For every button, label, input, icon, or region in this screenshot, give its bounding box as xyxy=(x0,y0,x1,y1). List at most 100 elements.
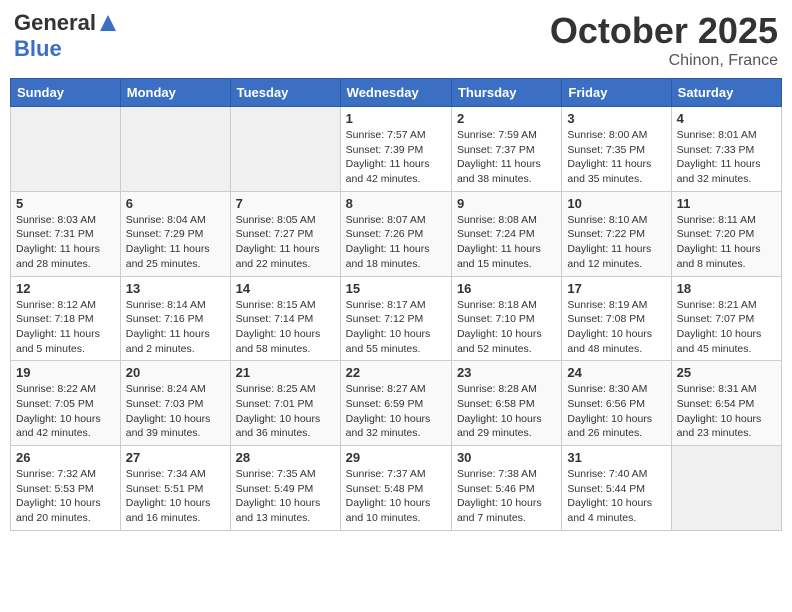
calendar-cell: 15 Sunrise: 8:17 AM Sunset: 7:12 PM Dayl… xyxy=(340,276,451,361)
calendar-cell: 1 Sunrise: 7:57 AM Sunset: 7:39 PM Dayli… xyxy=(340,107,451,192)
calendar-cell xyxy=(230,107,340,192)
sunrise-text: Sunrise: 8:22 AM xyxy=(16,383,96,395)
sunrise-text: Sunrise: 8:24 AM xyxy=(126,383,206,395)
sunrise-text: Sunrise: 7:34 AM xyxy=(126,468,206,480)
day-number: 23 xyxy=(457,365,556,380)
day-number: 6 xyxy=(126,196,225,211)
sunrise-text: Sunrise: 8:04 AM xyxy=(126,214,206,226)
daylight-text: Daylight: 11 hours and 18 minutes. xyxy=(346,243,430,270)
calendar-week-5: 26 Sunrise: 7:32 AM Sunset: 5:53 PM Dayl… xyxy=(11,446,782,531)
calendar-cell: 24 Sunrise: 8:30 AM Sunset: 6:56 PM Dayl… xyxy=(562,361,671,446)
calendar-cell: 19 Sunrise: 8:22 AM Sunset: 7:05 PM Dayl… xyxy=(11,361,121,446)
calendar-cell: 23 Sunrise: 8:28 AM Sunset: 6:58 PM Dayl… xyxy=(451,361,561,446)
sunset-text: Sunset: 6:54 PM xyxy=(677,398,755,410)
day-info: Sunrise: 8:00 AM Sunset: 7:35 PM Dayligh… xyxy=(567,128,665,187)
day-info: Sunrise: 8:22 AM Sunset: 7:05 PM Dayligh… xyxy=(16,382,115,441)
day-number: 7 xyxy=(236,196,335,211)
calendar-cell: 12 Sunrise: 8:12 AM Sunset: 7:18 PM Dayl… xyxy=(11,276,121,361)
day-number: 18 xyxy=(677,281,776,296)
sunset-text: Sunset: 7:14 PM xyxy=(236,313,314,325)
daylight-text: Daylight: 10 hours and 58 minutes. xyxy=(236,328,321,355)
title-section: October 2025 Chinon, France xyxy=(550,10,778,70)
day-info: Sunrise: 8:17 AM Sunset: 7:12 PM Dayligh… xyxy=(346,298,446,357)
day-info: Sunrise: 8:21 AM Sunset: 7:07 PM Dayligh… xyxy=(677,298,776,357)
day-header-friday: Friday xyxy=(562,79,671,107)
day-info: Sunrise: 7:38 AM Sunset: 5:46 PM Dayligh… xyxy=(457,467,556,526)
calendar-cell xyxy=(11,107,121,192)
sunset-text: Sunset: 7:22 PM xyxy=(567,228,645,240)
sunset-text: Sunset: 5:49 PM xyxy=(236,483,314,495)
day-header-thursday: Thursday xyxy=(451,79,561,107)
calendar-cell: 2 Sunrise: 7:59 AM Sunset: 7:37 PM Dayli… xyxy=(451,107,561,192)
sunset-text: Sunset: 7:26 PM xyxy=(346,228,424,240)
day-number: 5 xyxy=(16,196,115,211)
day-info: Sunrise: 8:14 AM Sunset: 7:16 PM Dayligh… xyxy=(126,298,225,357)
calendar-cell: 21 Sunrise: 8:25 AM Sunset: 7:01 PM Dayl… xyxy=(230,361,340,446)
calendar-cell: 10 Sunrise: 8:10 AM Sunset: 7:22 PM Dayl… xyxy=(562,191,671,276)
day-header-monday: Monday xyxy=(120,79,230,107)
calendar-table: SundayMondayTuesdayWednesdayThursdayFrid… xyxy=(10,78,782,531)
calendar-cell: 11 Sunrise: 8:11 AM Sunset: 7:20 PM Dayl… xyxy=(671,191,781,276)
sunrise-text: Sunrise: 8:30 AM xyxy=(567,383,647,395)
calendar-cell xyxy=(120,107,230,192)
sunset-text: Sunset: 5:44 PM xyxy=(567,483,645,495)
logo: General Blue xyxy=(14,10,118,62)
day-info: Sunrise: 8:10 AM Sunset: 7:22 PM Dayligh… xyxy=(567,213,665,272)
day-info: Sunrise: 7:32 AM Sunset: 5:53 PM Dayligh… xyxy=(16,467,115,526)
day-number: 3 xyxy=(567,111,665,126)
calendar-cell: 14 Sunrise: 8:15 AM Sunset: 7:14 PM Dayl… xyxy=(230,276,340,361)
day-number: 2 xyxy=(457,111,556,126)
day-number: 11 xyxy=(677,196,776,211)
daylight-text: Daylight: 10 hours and 39 minutes. xyxy=(126,413,211,440)
sunrise-text: Sunrise: 8:14 AM xyxy=(126,299,206,311)
day-info: Sunrise: 8:01 AM Sunset: 7:33 PM Dayligh… xyxy=(677,128,776,187)
day-number: 26 xyxy=(16,450,115,465)
day-number: 30 xyxy=(457,450,556,465)
day-info: Sunrise: 7:37 AM Sunset: 5:48 PM Dayligh… xyxy=(346,467,446,526)
day-number: 20 xyxy=(126,365,225,380)
sunrise-text: Sunrise: 8:05 AM xyxy=(236,214,316,226)
day-info: Sunrise: 8:15 AM Sunset: 7:14 PM Dayligh… xyxy=(236,298,335,357)
daylight-text: Daylight: 10 hours and 4 minutes. xyxy=(567,497,652,524)
day-header-sunday: Sunday xyxy=(11,79,121,107)
day-number: 28 xyxy=(236,450,335,465)
daylight-text: Daylight: 11 hours and 25 minutes. xyxy=(126,243,210,270)
calendar-week-3: 12 Sunrise: 8:12 AM Sunset: 7:18 PM Dayl… xyxy=(11,276,782,361)
sunrise-text: Sunrise: 8:11 AM xyxy=(677,214,756,226)
calendar-week-4: 19 Sunrise: 8:22 AM Sunset: 7:05 PM Dayl… xyxy=(11,361,782,446)
calendar-cell: 25 Sunrise: 8:31 AM Sunset: 6:54 PM Dayl… xyxy=(671,361,781,446)
day-number: 9 xyxy=(457,196,556,211)
calendar-cell: 28 Sunrise: 7:35 AM Sunset: 5:49 PM Dayl… xyxy=(230,446,340,531)
sunset-text: Sunset: 5:48 PM xyxy=(346,483,424,495)
day-info: Sunrise: 8:28 AM Sunset: 6:58 PM Dayligh… xyxy=(457,382,556,441)
day-number: 29 xyxy=(346,450,446,465)
sunset-text: Sunset: 7:29 PM xyxy=(126,228,204,240)
calendar-header-row: SundayMondayTuesdayWednesdayThursdayFrid… xyxy=(11,79,782,107)
sunset-text: Sunset: 7:20 PM xyxy=(677,228,755,240)
sunrise-text: Sunrise: 7:37 AM xyxy=(346,468,426,480)
calendar-cell: 7 Sunrise: 8:05 AM Sunset: 7:27 PM Dayli… xyxy=(230,191,340,276)
sunset-text: Sunset: 7:35 PM xyxy=(567,144,645,156)
sunrise-text: Sunrise: 7:38 AM xyxy=(457,468,537,480)
day-number: 22 xyxy=(346,365,446,380)
sunset-text: Sunset: 7:24 PM xyxy=(457,228,535,240)
sunrise-text: Sunrise: 7:40 AM xyxy=(567,468,647,480)
sunrise-text: Sunrise: 8:15 AM xyxy=(236,299,316,311)
day-info: Sunrise: 7:35 AM Sunset: 5:49 PM Dayligh… xyxy=(236,467,335,526)
calendar-cell: 3 Sunrise: 8:00 AM Sunset: 7:35 PM Dayli… xyxy=(562,107,671,192)
sunset-text: Sunset: 7:27 PM xyxy=(236,228,314,240)
daylight-text: Daylight: 10 hours and 16 minutes. xyxy=(126,497,211,524)
day-number: 15 xyxy=(346,281,446,296)
day-info: Sunrise: 8:04 AM Sunset: 7:29 PM Dayligh… xyxy=(126,213,225,272)
day-info: Sunrise: 8:12 AM Sunset: 7:18 PM Dayligh… xyxy=(16,298,115,357)
calendar-cell: 5 Sunrise: 8:03 AM Sunset: 7:31 PM Dayli… xyxy=(11,191,121,276)
calendar-cell: 22 Sunrise: 8:27 AM Sunset: 6:59 PM Dayl… xyxy=(340,361,451,446)
sunset-text: Sunset: 7:07 PM xyxy=(677,313,755,325)
sunset-text: Sunset: 5:51 PM xyxy=(126,483,204,495)
day-info: Sunrise: 7:34 AM Sunset: 5:51 PM Dayligh… xyxy=(126,467,225,526)
sunset-text: Sunset: 7:33 PM xyxy=(677,144,755,156)
day-header-wednesday: Wednesday xyxy=(340,79,451,107)
day-number: 25 xyxy=(677,365,776,380)
daylight-text: Daylight: 10 hours and 32 minutes. xyxy=(346,413,431,440)
sunset-text: Sunset: 5:46 PM xyxy=(457,483,535,495)
